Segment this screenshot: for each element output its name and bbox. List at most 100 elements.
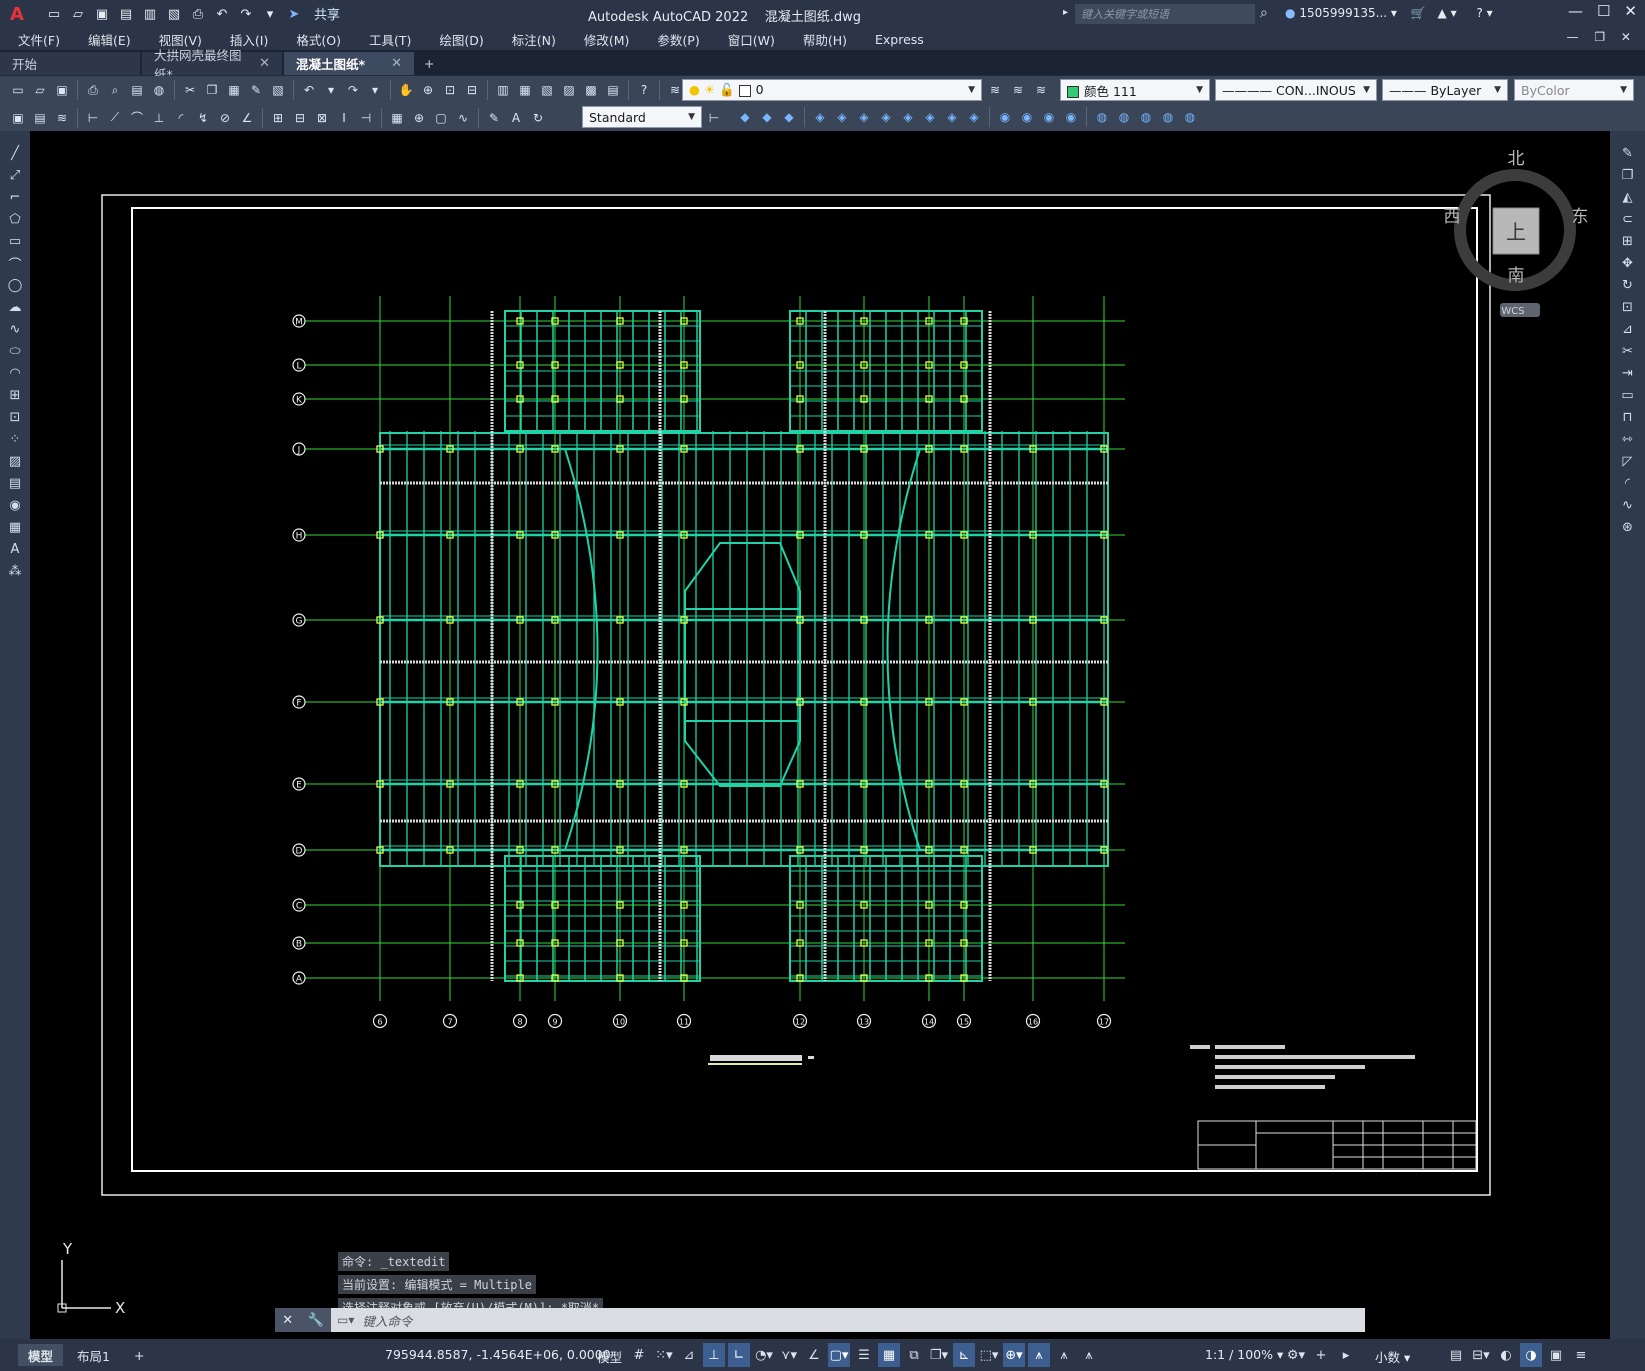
jogged-linear-icon[interactable]: ∿ bbox=[453, 108, 473, 128]
object-snap-tracking-icon[interactable]: ∠ bbox=[803, 1343, 825, 1367]
dynamic-input-icon[interactable]: ⊥ bbox=[703, 1343, 725, 1367]
maximize-icon[interactable]: ☐ bbox=[1597, 2, 1610, 20]
3d-dwf-icon[interactable]: ◍ bbox=[149, 80, 169, 100]
menu-express[interactable]: Express bbox=[875, 32, 924, 47]
zoom-realtime-icon[interactable]: ⊕ bbox=[418, 80, 438, 100]
redo-icon[interactable]: ↷ bbox=[236, 4, 256, 24]
cursor-coordinates[interactable]: 795944.8587, -1.4564E+06, 0.0000 bbox=[385, 1347, 611, 1362]
tab-arch-shell[interactable]: 大拱网壳最终图纸* ✕ bbox=[142, 48, 282, 82]
autocad-logo[interactable]: A bbox=[0, 0, 34, 28]
multiline-text-icon[interactable]: A bbox=[4, 539, 26, 560]
ellipse-icon[interactable]: ⬭ bbox=[4, 341, 26, 362]
menu-parametric[interactable]: 参数(P) bbox=[657, 30, 699, 49]
close-tab-icon[interactable]: ✕ bbox=[259, 56, 270, 71]
annotation-visibility-icon[interactable]: ⩚ bbox=[1028, 1343, 1050, 1367]
add-selected-icon[interactable]: ⁂ bbox=[4, 561, 26, 582]
stretch-icon[interactable]: ⊿ bbox=[1617, 319, 1639, 340]
menu-tools[interactable]: 工具(T) bbox=[369, 30, 411, 49]
model-space-toggle[interactable]: 模型 bbox=[597, 1347, 622, 1366]
menu-edit[interactable]: 编辑(E) bbox=[88, 30, 131, 49]
edit-polyline-icon[interactable]: ◍ bbox=[1092, 107, 1112, 127]
menu-file[interactable]: 文件(F) bbox=[18, 30, 60, 49]
tool-palettes-icon[interactable]: ▧ bbox=[537, 80, 557, 100]
save-icon[interactable]: ▣ bbox=[52, 80, 72, 100]
polyline-icon[interactable]: ⌐ bbox=[4, 187, 26, 208]
quick-properties-icon[interactable]: ▤ bbox=[1445, 1343, 1467, 1367]
help-icon[interactable]: ? bbox=[634, 80, 654, 100]
annotation-scale-icon[interactable]: ⩚ bbox=[1078, 1343, 1100, 1367]
continue-icon[interactable]: ⊠ bbox=[312, 108, 332, 128]
move-icon[interactable]: ◆ bbox=[735, 107, 755, 127]
menu-help[interactable]: 帮助(H) bbox=[803, 30, 847, 49]
lock-ui-icon[interactable]: ⊟▾ bbox=[1470, 1343, 1492, 1367]
menu-dimension[interactable]: 标注(N) bbox=[512, 30, 556, 49]
edit-array-icon[interactable]: ◍ bbox=[1158, 107, 1178, 127]
dimension-style-icon[interactable]: ⊢ bbox=[704, 108, 724, 128]
chamfer-icon[interactable]: ◉ bbox=[1017, 107, 1037, 127]
new-tab-button[interactable]: + bbox=[416, 52, 442, 75]
help-icon[interactable]: ? ▾ bbox=[1476, 6, 1492, 20]
polar-tracking-icon[interactable]: ◔▾ bbox=[753, 1343, 775, 1367]
layer-freeze-icon[interactable]: ☀ bbox=[704, 82, 715, 97]
isometric-icon[interactable]: ⋎▾ bbox=[778, 1343, 800, 1367]
break-at-point-icon[interactable]: ▭ bbox=[1617, 385, 1639, 406]
join-icon[interactable]: ◉ bbox=[995, 107, 1015, 127]
polygon-icon[interactable]: ⬠ bbox=[4, 209, 26, 230]
lineweight-dropdown[interactable]: ——— ByLayer ▼ bbox=[1382, 79, 1508, 101]
undo-dropdown-icon[interactable]: ▾ bbox=[321, 80, 341, 100]
insert-block-icon[interactable]: ⊞ bbox=[4, 385, 26, 406]
fillet-icon[interactable]: ◉ bbox=[1039, 107, 1059, 127]
ordinate-icon[interactable]: ⊥ bbox=[149, 108, 169, 128]
insert-block-icon[interactable]: ▤ bbox=[30, 108, 50, 128]
infer-constraints-icon[interactable]: ⊿ bbox=[678, 1343, 700, 1367]
arc-length-icon[interactable]: ⌒ bbox=[127, 108, 147, 128]
save-icon[interactable]: ▣ bbox=[92, 4, 112, 24]
undo-icon[interactable]: ↶ bbox=[212, 4, 232, 24]
viewcube[interactable]: 上 北 南 东 西 WCS bbox=[1435, 149, 1595, 320]
units-value[interactable]: 小数 ▾ bbox=[1375, 1347, 1410, 1366]
extend-icon[interactable]: ◈ bbox=[942, 107, 962, 127]
add-layout-button[interactable]: + bbox=[124, 1344, 154, 1366]
qnew-icon[interactable]: ▭ bbox=[8, 80, 28, 100]
dimension-update-icon[interactable]: ↻ bbox=[528, 108, 548, 128]
dimension-text-edit-icon[interactable]: A bbox=[506, 108, 526, 128]
join-icon[interactable]: ⇿ bbox=[1617, 429, 1639, 450]
open-folder-icon[interactable]: ▱ bbox=[68, 4, 88, 24]
search-icon[interactable]: ⌕ bbox=[1260, 5, 1268, 21]
spline-icon[interactable]: ∿ bbox=[4, 319, 26, 340]
quickcalc-icon[interactable]: ▤ bbox=[603, 80, 623, 100]
menu-draw[interactable]: 绘图(D) bbox=[439, 30, 483, 49]
ellipse-arc-icon[interactable]: ◠ bbox=[4, 363, 26, 384]
copy-icon[interactable]: ❐ bbox=[1617, 165, 1639, 186]
explode-icon[interactable]: ◉ bbox=[1061, 107, 1081, 127]
object-snap-icon[interactable]: ▢▾ bbox=[828, 1343, 850, 1367]
open-sheet-icon[interactable]: ▥ bbox=[140, 4, 160, 24]
edit-block-icon[interactable]: ◍ bbox=[1180, 107, 1200, 127]
design-center-icon[interactable]: ▦ bbox=[515, 80, 535, 100]
drawing-canvas[interactable]: MLKJHGFEDCBA 6 7 8 9 10 11 12 13 14 15 16 17 bbox=[30, 131, 1610, 1339]
dimstyle-dropdown[interactable]: Standard ▼ bbox=[582, 106, 702, 128]
properties-icon[interactable]: ▥ bbox=[493, 80, 513, 100]
close-icon[interactable]: ✕ bbox=[1624, 2, 1637, 20]
save-as-icon[interactable]: ▤ bbox=[116, 4, 136, 24]
isolate-objects-icon[interactable]: ◐ bbox=[1495, 1343, 1517, 1367]
jogged-icon[interactable]: ↯ bbox=[193, 108, 213, 128]
layer-previous-icon[interactable]: ≋ bbox=[1008, 80, 1028, 100]
save-sheet-icon[interactable]: ▧ bbox=[164, 4, 184, 24]
gizmo-icon[interactable]: ⊕▾ bbox=[1003, 1343, 1025, 1367]
trim-icon[interactable]: ✂ bbox=[1617, 341, 1639, 362]
copy-object-icon[interactable]: ◆ bbox=[757, 107, 777, 127]
move-icon[interactable]: ✥ bbox=[1617, 253, 1639, 274]
scale-icon[interactable]: ◈ bbox=[876, 107, 896, 127]
block-icon[interactable]: ▣ bbox=[8, 108, 28, 128]
share-button[interactable]: 共享 bbox=[314, 4, 340, 24]
lineweight-icon[interactable]: ☰ bbox=[853, 1343, 875, 1367]
rectangle-icon[interactable]: ▭ bbox=[4, 231, 26, 252]
offset-icon[interactable]: ⊂ bbox=[1617, 209, 1639, 230]
annotation-scale-value[interactable]: 1:1 / 100% ▾ bbox=[1205, 1347, 1283, 1362]
redo-icon[interactable]: ↷ bbox=[343, 80, 363, 100]
cut-icon[interactable]: ✂ bbox=[180, 80, 200, 100]
chamfer-icon[interactable]: ◸ bbox=[1617, 451, 1639, 472]
sheet-set-icon[interactable]: ▨ bbox=[559, 80, 579, 100]
minimize-icon[interactable]: — bbox=[1568, 2, 1583, 20]
